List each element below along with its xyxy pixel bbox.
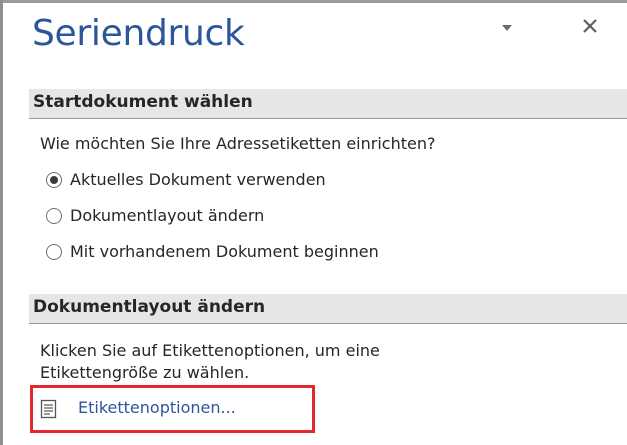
radio-label-existing-document: Mit vorhandenem Dokument beginnen xyxy=(70,242,379,261)
section-header-change-layout-label: Dokumentlayout ändern xyxy=(33,297,266,317)
radio-label-change-layout: Dokumentlayout ändern xyxy=(70,206,265,225)
pane-options-button[interactable] xyxy=(493,14,521,42)
pane-close-button[interactable] xyxy=(576,12,604,40)
radio-button-change-layout[interactable] xyxy=(46,208,62,224)
radio-button-existing-document[interactable] xyxy=(46,244,62,260)
radio-button-current-document[interactable] xyxy=(46,172,62,188)
radio-label-current-document: Aktuelles Dokument verwenden xyxy=(70,170,326,189)
pane-title: Seriendruck xyxy=(32,13,245,54)
label-options-link-text[interactable]: Etikettenoptionen... xyxy=(78,397,236,419)
section-header-start-document: Startdokument wählen xyxy=(29,89,627,119)
radio-selected-dot xyxy=(50,176,58,184)
mail-merge-pane: Seriendruck Startdokument wählen Wie möc… xyxy=(0,0,627,445)
pane-top-border xyxy=(0,0,627,3)
pane-left-border xyxy=(0,0,3,445)
setup-question: Wie möchten Sie Ihre Adressetiketten ein… xyxy=(40,134,436,153)
section-header-change-layout: Dokumentlayout ändern xyxy=(29,294,627,324)
document-page-icon xyxy=(40,399,57,419)
dropdown-triangle-icon xyxy=(502,25,512,31)
section-header-start-document-label: Startdokument wählen xyxy=(33,92,253,112)
close-icon xyxy=(583,19,597,33)
layout-description-line1: Klicken Sie auf Etikettenoptionen, um ei… xyxy=(40,341,380,360)
layout-description-line2: Etikettengröße zu wählen. xyxy=(40,363,250,382)
